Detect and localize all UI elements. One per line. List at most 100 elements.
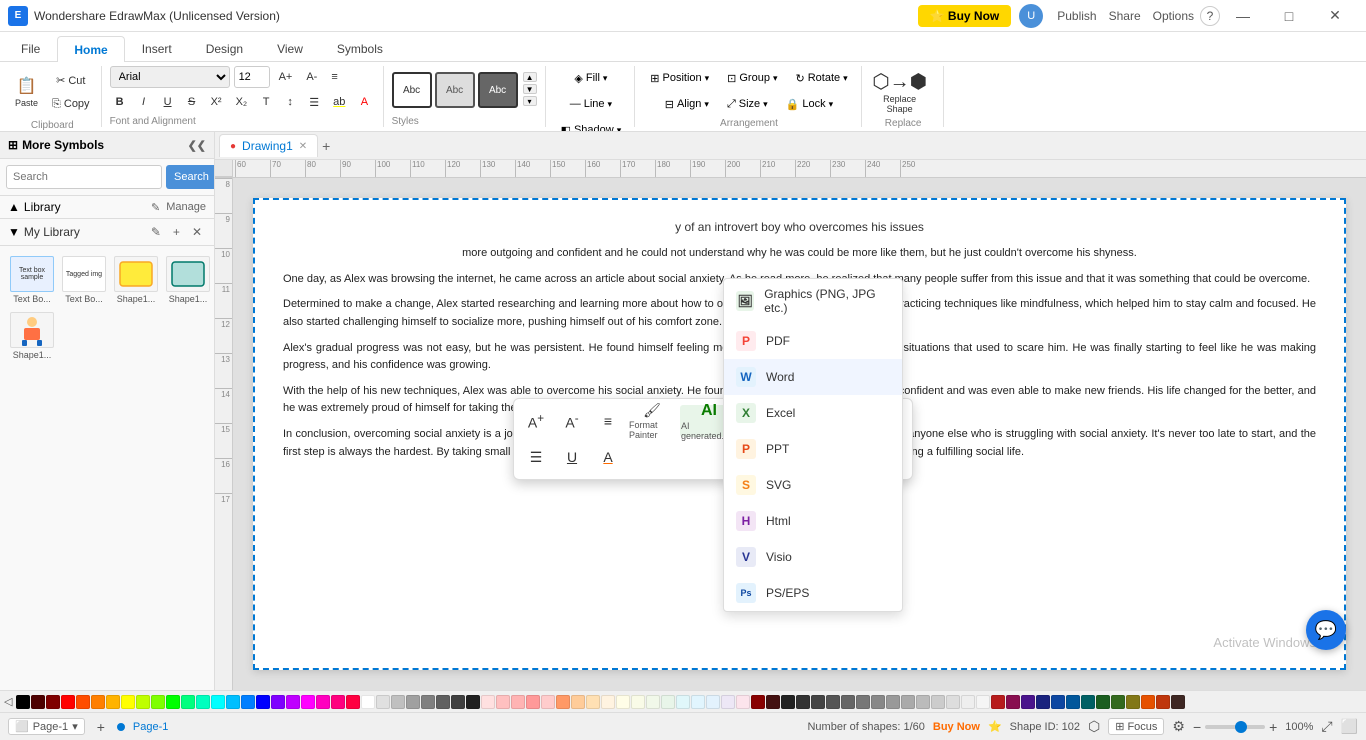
color-swatch[interactable] bbox=[946, 695, 960, 709]
full-screen-btn[interactable]: ⬜ bbox=[1341, 718, 1358, 735]
font-family-select[interactable]: Arial bbox=[110, 66, 230, 88]
color-swatch[interactable] bbox=[736, 695, 750, 709]
color-swatch[interactable] bbox=[376, 695, 390, 709]
color-swatch[interactable] bbox=[766, 695, 780, 709]
export-graphics-item[interactable]: 🖼 Graphics (PNG, JPG etc.) bbox=[724, 279, 902, 323]
float-align[interactable]: ≡ bbox=[592, 405, 624, 437]
style-preview-3[interactable]: Abc bbox=[478, 72, 518, 108]
cut-button[interactable]: ✂ Cut bbox=[47, 69, 95, 91]
color-swatch[interactable] bbox=[361, 695, 375, 709]
bold-btn[interactable]: B bbox=[110, 91, 130, 113]
color-swatch[interactable] bbox=[391, 695, 405, 709]
my-library-expand[interactable]: ▼ bbox=[8, 225, 20, 239]
style-preview-2[interactable]: Abc bbox=[435, 72, 475, 108]
color-swatch[interactable] bbox=[931, 695, 945, 709]
color-swatch[interactable] bbox=[166, 695, 180, 709]
underline-btn[interactable]: U bbox=[158, 91, 178, 113]
color-swatch[interactable] bbox=[796, 695, 810, 709]
float-decrease-font[interactable]: A- bbox=[556, 405, 588, 437]
highlight-btn[interactable]: ab bbox=[328, 91, 350, 113]
canvas-white[interactable]: y of an introvert boy who overcomes his … bbox=[233, 178, 1366, 690]
color-swatch[interactable] bbox=[196, 695, 210, 709]
tab-insert[interactable]: Insert bbox=[125, 35, 189, 61]
color-swatch[interactable] bbox=[1006, 695, 1020, 709]
styles-scroll-down[interactable]: ▼ bbox=[523, 84, 537, 94]
color-swatch[interactable] bbox=[1141, 695, 1155, 709]
font-color-btn[interactable]: A bbox=[354, 91, 374, 113]
fill-btn[interactable]: ◈ Fill ▾ bbox=[567, 66, 614, 90]
search-input[interactable] bbox=[6, 165, 162, 189]
color-swatch[interactable] bbox=[106, 695, 120, 709]
color-swatch[interactable] bbox=[406, 695, 420, 709]
focus-btn[interactable]: ⊞ Focus bbox=[1108, 718, 1164, 735]
library-header[interactable]: ▲ Library ✎ Manage bbox=[0, 196, 214, 219]
chat-button[interactable]: 💬 bbox=[1306, 610, 1346, 650]
color-swatch[interactable] bbox=[961, 695, 975, 709]
color-swatch[interactable] bbox=[841, 695, 855, 709]
style-preview-1[interactable]: Abc bbox=[392, 72, 432, 108]
color-swatch[interactable] bbox=[601, 695, 615, 709]
color-swatch[interactable] bbox=[301, 695, 315, 709]
color-swatch[interactable] bbox=[1156, 695, 1170, 709]
color-swatch[interactable] bbox=[31, 695, 45, 709]
lock-btn[interactable]: 🔒 Lock ▾ bbox=[779, 92, 840, 116]
strikethrough-btn[interactable]: S bbox=[182, 91, 202, 113]
color-swatch[interactable] bbox=[496, 695, 510, 709]
text-style-btn[interactable]: T bbox=[256, 91, 276, 113]
color-swatch[interactable] bbox=[136, 695, 150, 709]
color-swatch[interactable] bbox=[76, 695, 90, 709]
color-swatch[interactable] bbox=[976, 695, 990, 709]
color-swatch[interactable] bbox=[211, 695, 225, 709]
tab-view[interactable]: View bbox=[260, 35, 320, 61]
color-arrow-left[interactable]: ◁ bbox=[4, 695, 12, 708]
color-swatch[interactable] bbox=[826, 695, 840, 709]
styles-scroll-up[interactable]: ▲ bbox=[523, 72, 537, 82]
color-swatch[interactable] bbox=[706, 695, 720, 709]
export-html-item[interactable]: H Html bbox=[724, 503, 902, 539]
float-format-painter[interactable]: 🖌 Format Painter bbox=[628, 405, 676, 437]
color-swatch[interactable] bbox=[616, 695, 630, 709]
superscript-btn[interactable]: X² bbox=[206, 91, 227, 113]
color-swatch[interactable] bbox=[586, 695, 600, 709]
my-library-add-btn[interactable]: + bbox=[169, 223, 184, 241]
color-swatch[interactable] bbox=[1021, 695, 1035, 709]
shape-item-shape1[interactable]: Shape1... bbox=[112, 254, 160, 306]
help-button[interactable]: ? bbox=[1200, 6, 1220, 26]
color-swatch[interactable] bbox=[436, 695, 450, 709]
float-increase-font[interactable]: A+ bbox=[520, 405, 552, 437]
export-svg-item[interactable]: S SVG bbox=[724, 467, 902, 503]
shape-item-person1[interactable]: Shape1... bbox=[8, 310, 56, 362]
tab-home[interactable]: Home bbox=[57, 36, 124, 62]
color-swatch[interactable] bbox=[556, 695, 570, 709]
color-swatch[interactable] bbox=[451, 695, 465, 709]
options-button[interactable]: Options bbox=[1147, 9, 1200, 23]
color-swatch[interactable] bbox=[286, 695, 300, 709]
tab-design[interactable]: Design bbox=[189, 35, 260, 61]
zoom-out-btn[interactable]: − bbox=[1193, 719, 1201, 735]
color-swatch[interactable] bbox=[46, 695, 60, 709]
float-font-color[interactable]: A bbox=[592, 441, 624, 473]
color-swatch[interactable] bbox=[1171, 695, 1185, 709]
replace-shape-button[interactable]: ⬡→⬢ Replace Shape bbox=[870, 66, 930, 116]
color-swatch[interactable] bbox=[871, 695, 885, 709]
color-swatch[interactable] bbox=[421, 695, 435, 709]
drawing-tab-close[interactable]: ✕ bbox=[299, 141, 307, 152]
color-swatch[interactable] bbox=[691, 695, 705, 709]
color-swatch[interactable] bbox=[481, 695, 495, 709]
export-word-item[interactable]: W Word bbox=[724, 359, 902, 395]
layers-icon[interactable]: ⬡ bbox=[1088, 718, 1100, 735]
color-swatch[interactable] bbox=[181, 695, 195, 709]
decrease-font-btn[interactable]: A- bbox=[301, 66, 322, 88]
color-swatch[interactable] bbox=[1096, 695, 1110, 709]
page-selector[interactable]: ⬜ Page-1 ▾ bbox=[8, 718, 85, 735]
color-swatch[interactable] bbox=[1066, 695, 1080, 709]
export-pseps-item[interactable]: Ps PS/EPS bbox=[724, 575, 902, 611]
color-swatch[interactable] bbox=[1081, 695, 1095, 709]
copy-button[interactable]: ⎘ Copy bbox=[47, 93, 95, 115]
align-btn[interactable]: ⊟ Align ▾ bbox=[658, 92, 716, 116]
color-swatch[interactable] bbox=[631, 695, 645, 709]
my-library-close-btn[interactable]: ✕ bbox=[188, 223, 206, 241]
color-swatch[interactable] bbox=[526, 695, 540, 709]
shape-item-shape2[interactable]: Shape1... bbox=[164, 254, 212, 306]
export-visio-item[interactable]: V Visio bbox=[724, 539, 902, 575]
